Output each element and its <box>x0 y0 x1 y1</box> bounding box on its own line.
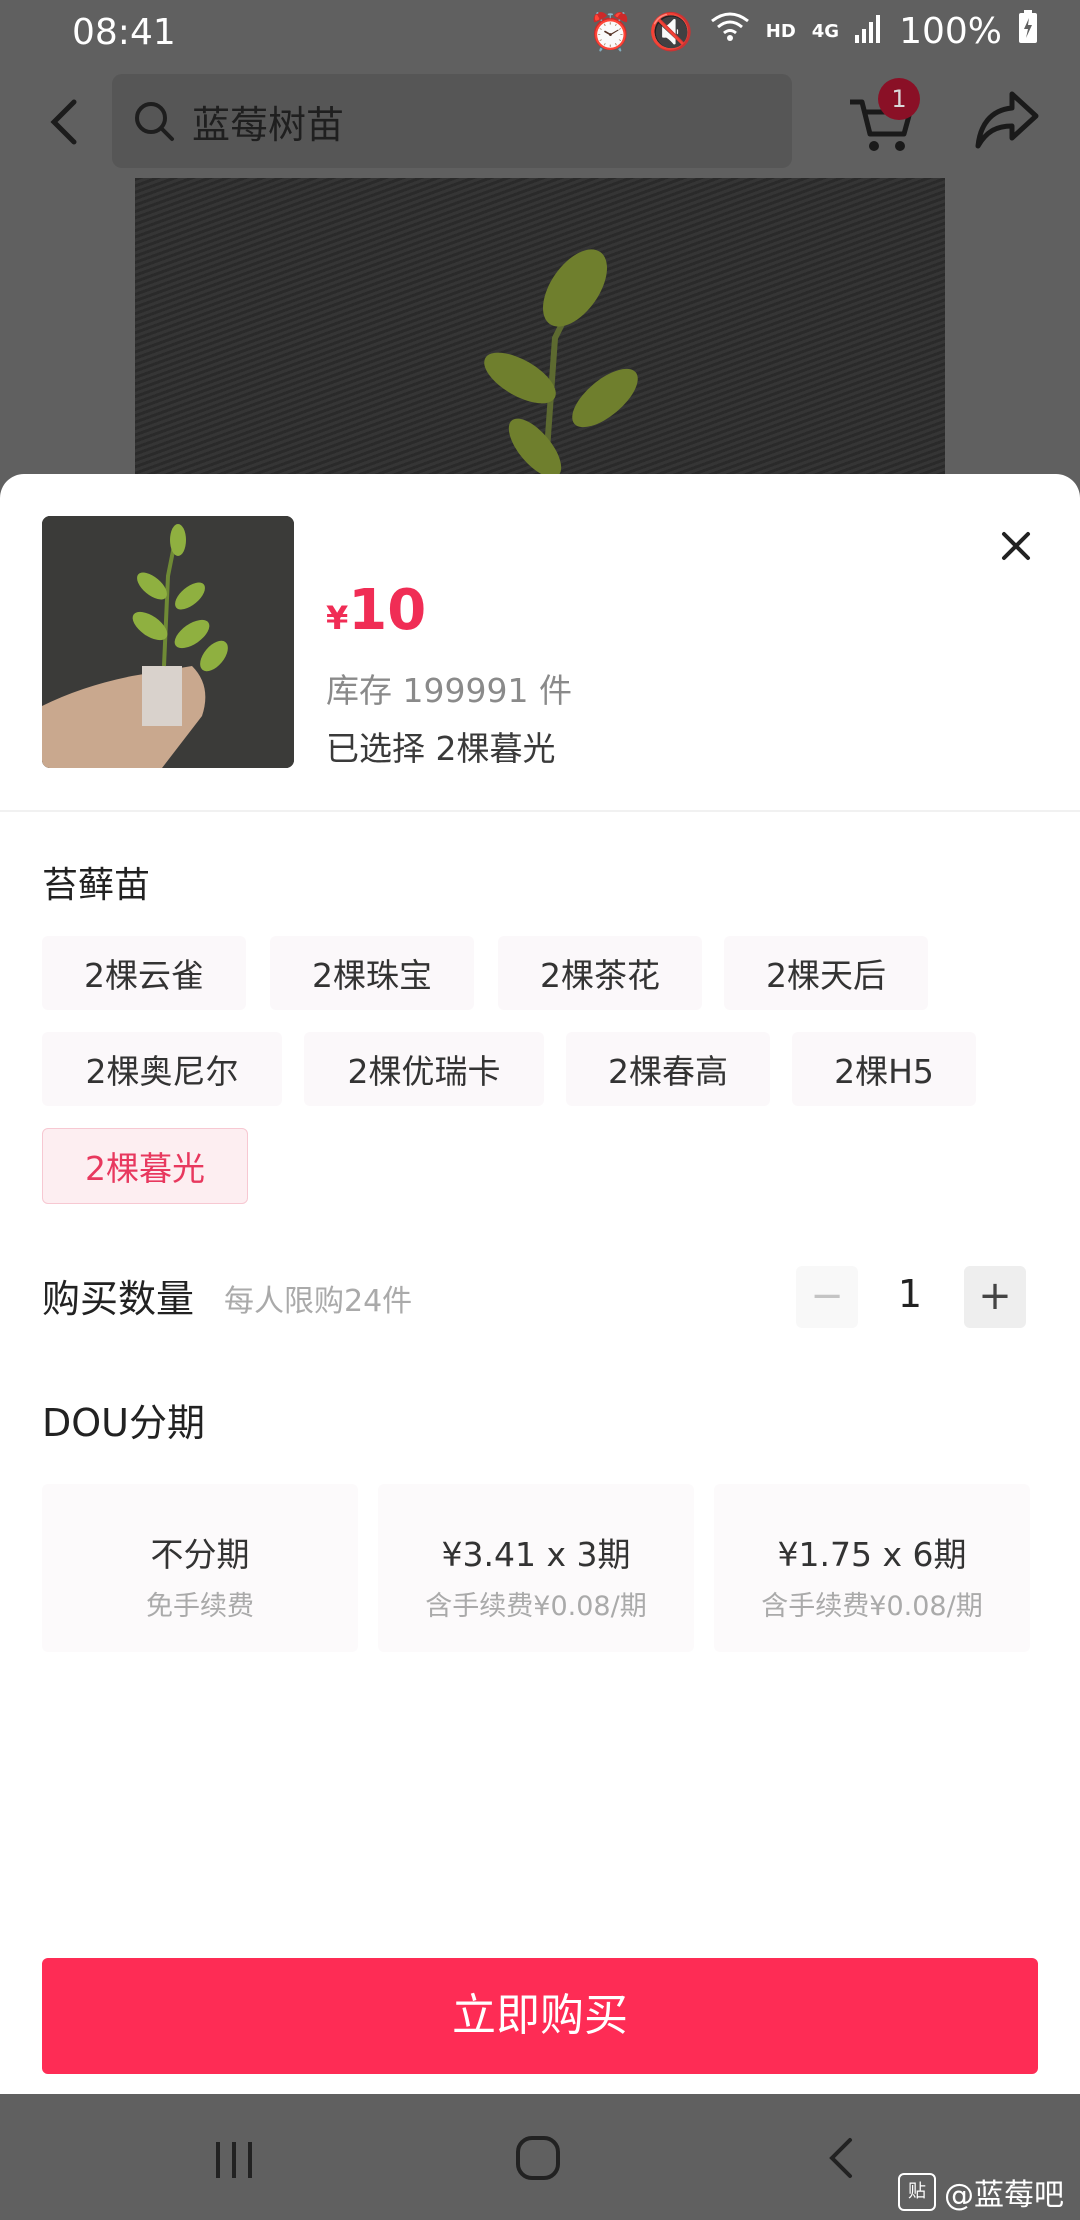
option-chip[interactable]: 2棵奥尼尔 <box>42 1032 282 1106</box>
system-nav-bar: 贴 @蓝莓吧 <box>0 2094 1080 2220</box>
status-icons: ⏰ 🔇 HD 4G 100% <box>588 10 1038 53</box>
installment-fee: 免手续费 <box>146 1591 254 1622</box>
quantity-limit: 每人限购24件 <box>224 1284 413 1319</box>
installment-main: ¥1.75 x 6期 <box>777 1535 967 1574</box>
installment-option[interactable]: ¥3.41 x 3期 含手续费¥0.08/期 <box>378 1484 694 1652</box>
installment-fee: 含手续费¥0.08/期 <box>761 1591 983 1622</box>
home-button[interactable] <box>514 2134 562 2186</box>
share-button[interactable] <box>972 88 1042 154</box>
home-icon <box>516 2136 560 2180</box>
close-icon <box>1002 532 1030 560</box>
price-value: 10 <box>348 578 427 643</box>
wifi-icon <box>710 11 750 52</box>
cart-badge: 1 <box>878 78 920 120</box>
recent-apps-icon <box>216 2142 252 2178</box>
watermark-text: @蓝莓吧 <box>944 2178 1064 2213</box>
status-time: 08:41 <box>72 12 176 53</box>
search-input[interactable]: 蓝莓树苗 <box>112 74 792 168</box>
back-arrow-icon <box>829 2138 852 2178</box>
plant-thumbnail-image <box>42 516 294 768</box>
tieba-logo-icon: 贴 <box>898 2173 936 2211</box>
status-bar: 08:41 ⏰ 🔇 HD 4G 100% <box>0 0 1080 66</box>
installment-fee: 含手续费¥0.08/期 <box>425 1591 647 1622</box>
buy-now-button[interactable]: 立即购买 <box>42 1958 1038 2074</box>
option-chip[interactable]: 2棵珠宝 <box>270 936 474 1010</box>
installment-option[interactable]: ¥1.75 x 6期 含手续费¥0.08/期 <box>714 1484 1030 1652</box>
option-group-title: 苔藓苗 <box>42 865 151 906</box>
signal-icon <box>855 11 883 52</box>
installment-main: 不分期 <box>150 1535 250 1574</box>
product-hero-image <box>135 178 945 478</box>
option-chip-selected[interactable]: 2棵暮光 <box>42 1128 248 1204</box>
network-label: 4G <box>811 21 840 42</box>
quantity-label: 购买数量 <box>42 1277 195 1321</box>
chevron-left-icon <box>50 99 77 145</box>
option-chip[interactable]: 2棵春高 <box>566 1032 770 1106</box>
divider <box>0 810 1080 812</box>
option-chip[interactable]: 2棵云雀 <box>42 936 246 1010</box>
system-back-button[interactable] <box>826 2136 856 2184</box>
quantity-increase-button[interactable]: + <box>964 1266 1026 1328</box>
stock-text: 库存 199991 件 <box>326 671 572 710</box>
option-chip[interactable]: 2棵优瑞卡 <box>304 1032 544 1106</box>
search-icon <box>135 102 174 141</box>
quantity-value: 1 <box>897 1272 923 1316</box>
plant-image <box>484 249 638 478</box>
option-chip[interactable]: 2棵天后 <box>724 936 928 1010</box>
watermark: 贴 @蓝莓吧 <box>898 2170 1064 2214</box>
option-chip[interactable]: 2棵H5 <box>792 1032 976 1106</box>
share-icon <box>975 91 1039 149</box>
hd-label: HD <box>765 21 796 42</box>
product-thumbnail <box>42 516 294 768</box>
back-button[interactable] <box>40 94 90 150</box>
installment-main: ¥3.41 x 3期 <box>441 1535 631 1574</box>
close-button[interactable] <box>994 524 1038 568</box>
price: ¥10 <box>326 578 426 643</box>
selected-variant-text: 已选择 2棵暮光 <box>326 729 556 768</box>
installment-title: DOU分期 <box>42 1401 205 1445</box>
option-chip[interactable]: 2棵茶花 <box>498 936 702 1010</box>
alarm-icon: ⏰ <box>588 11 633 53</box>
search-text: 蓝莓树苗 <box>192 102 345 147</box>
top-bar: 蓝莓树苗 1 <box>0 72 1080 172</box>
price-currency: ¥ <box>326 599 349 637</box>
quantity-decrease-button[interactable]: − <box>796 1266 858 1328</box>
battery-icon <box>1018 10 1038 53</box>
battery-text: 100% <box>899 11 1002 52</box>
installment-option[interactable]: 不分期 免手续费 <box>42 1484 358 1652</box>
mute-icon: 🔇 <box>648 11 694 53</box>
sku-bottom-sheet: ¥10 库存 199991 件 已选择 2棵暮光 苔藓苗 2棵云雀 2棵珠宝 2… <box>0 474 1080 2094</box>
recent-apps-button[interactable] <box>212 2140 256 2184</box>
